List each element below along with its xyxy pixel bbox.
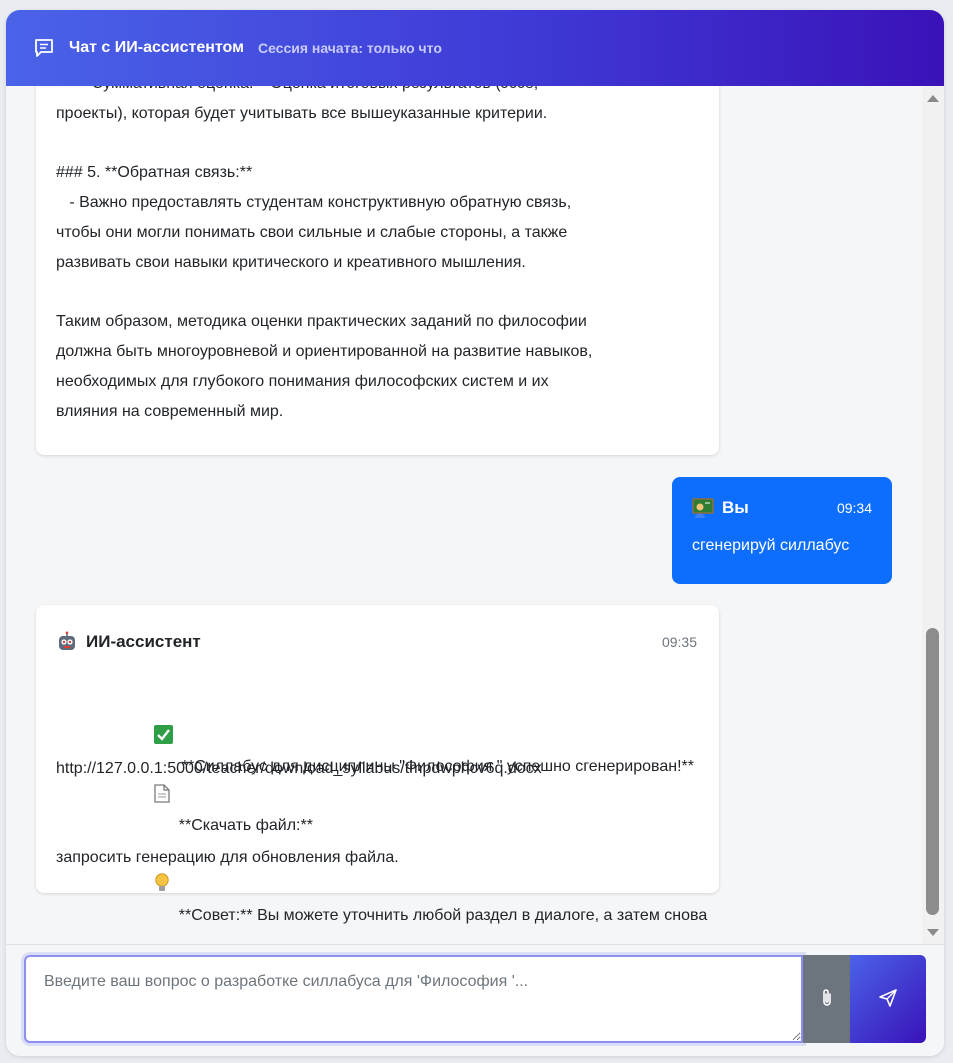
assistant-message: ИИ-ассистент 09:35 **Силлабус для дисцип…: [36, 605, 719, 924]
message-line: развивать свои навыки критического и кре…: [56, 254, 526, 271]
chat-header: Чат с ИИ-ассистентом Сессия начата: толь…: [6, 10, 944, 86]
message-time: 09:34: [836, 500, 872, 516]
download-label: **Скачать файл:**: [178, 817, 313, 834]
message-input-wrapper: [24, 955, 803, 1043]
sender-name: Вы: [722, 498, 749, 517]
message-line: влияния на современный мир.: [56, 403, 284, 420]
input-bar: [6, 944, 944, 1056]
message-input[interactable]: [26, 957, 801, 1041]
chat-window: Чат с ИИ-ассистентом Сессия начата: толь…: [6, 10, 944, 1056]
attach-button[interactable]: [803, 955, 850, 1043]
assistant-message: - **Суммативная оценка:** Оценка итоговы…: [36, 86, 719, 455]
send-button[interactable]: [850, 955, 926, 1043]
message-header: ИИ-ассистент 09:35: [56, 627, 697, 657]
scroll-up-arrow-icon[interactable]: [927, 95, 939, 102]
message-line: - **Суммативная оценка:** Оценка итоговы…: [56, 86, 697, 99]
message-line: необходимых для глубокого понимания фило…: [56, 373, 549, 390]
sender-name: ИИ-ассистент: [86, 632, 201, 651]
send-icon: [878, 988, 898, 1011]
message-line: ### 5. **Обратная связь:**: [56, 164, 253, 181]
message-line: должна быть многоуровневой и ориентирова…: [56, 343, 593, 360]
robot-avatar-icon: [56, 631, 78, 653]
message-scrollbar[interactable]: [922, 86, 944, 944]
scroll-down-arrow-icon[interactable]: [927, 929, 939, 936]
message-header: Вы 09:34: [692, 497, 872, 519]
message-line: - Важно предоставлять студентам конструк…: [56, 194, 572, 211]
session-status: Сессия начата: только что: [257, 40, 442, 56]
message-line: Таким образом, методика оценки практичес…: [56, 313, 587, 330]
user-message: Вы 09:34 сгенерируй силлабус: [672, 477, 892, 584]
message-text: сгенерируй силлабус: [692, 537, 850, 554]
message-line: проекты), которая будет учитывать все вы…: [56, 105, 548, 122]
paperclip-icon: [821, 988, 833, 1011]
message-list[interactable]: - **Суммативная оценка:** Оценка итоговы…: [6, 86, 944, 944]
chat-icon: [33, 37, 55, 59]
tip-text: **Совет:** Вы можете уточнить любой разд…: [178, 907, 708, 924]
message-time: 09:35: [661, 634, 697, 650]
teacher-avatar-icon: [692, 497, 714, 519]
chat-title: Чат с ИИ-ассистентом: [69, 39, 244, 56]
scrollbar-thumb[interactable]: [926, 628, 939, 915]
message-line: чтобы они могли понимать свои сильные и …: [56, 224, 568, 241]
